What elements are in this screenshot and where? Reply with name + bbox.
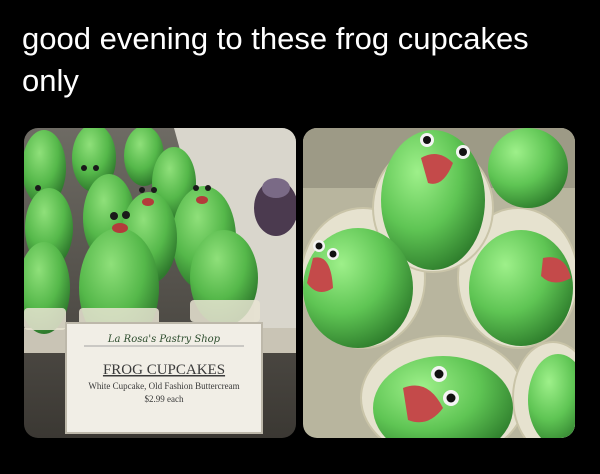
closeup-photo — [303, 128, 575, 438]
post-caption: good evening to these frog cupcakes only — [22, 21, 529, 98]
sign-description: White Cupcake, Old Fashion Buttercream — [88, 381, 239, 391]
sign-shop-name: La Rosa's Pastry Shop — [107, 334, 221, 345]
sign-price: $2.99 each — [145, 394, 184, 404]
sign-title: FROG CUPCAKES — [103, 362, 225, 378]
display-case-photo: La Rosa's Pastry Shop FROG CUPCAKES Whit… — [24, 128, 296, 438]
